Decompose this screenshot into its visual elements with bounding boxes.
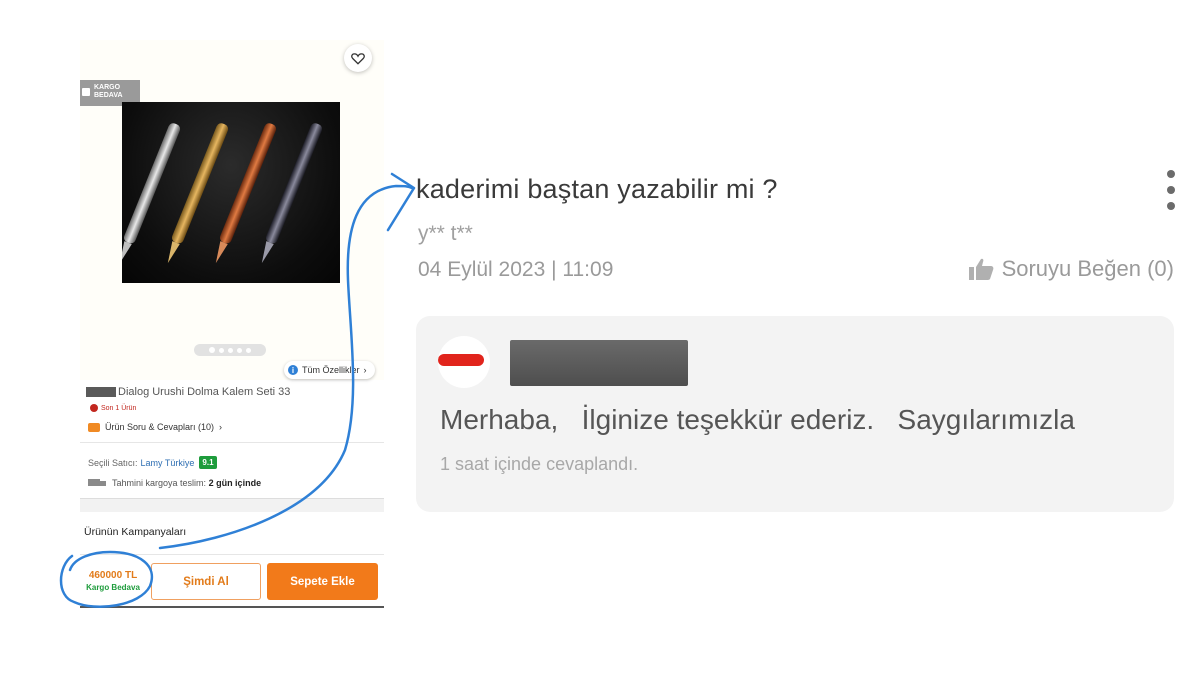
truck-icon	[88, 478, 106, 488]
gallery-pagination[interactable]	[194, 344, 266, 356]
bottom-border	[80, 606, 384, 608]
info-icon: i	[288, 365, 298, 375]
thumbs-up-icon	[968, 258, 993, 280]
gallery-dot[interactable]	[209, 347, 215, 353]
buy-now-button[interactable]: Şimdi Al	[151, 563, 261, 600]
product-image	[122, 102, 340, 283]
seller-label: Seçili Satıcı:	[88, 457, 138, 468]
seller-score-badge: 9.1	[199, 456, 217, 469]
gallery-dot[interactable]	[237, 347, 242, 353]
redacted-seller-name	[510, 340, 688, 386]
delivery-label: Tahmini kargoya teslim:	[112, 478, 207, 488]
stock-label: Son 1 Ürün	[101, 404, 137, 412]
seller-name-link[interactable]: Lamy Türkiye	[141, 458, 195, 468]
all-specs-label: Tüm Özellikler	[302, 365, 360, 375]
divider	[80, 442, 384, 443]
stock-warning: Son 1 Ürün	[90, 404, 136, 412]
divider	[80, 554, 384, 555]
like-question-label: Soruyu Beğen (0)	[1001, 256, 1174, 281]
question-text: kaderimi baştan yazabilir mi ?	[416, 174, 778, 204]
seller-info: Seçili Satıcı: Lamy Türkiye 9.1	[88, 456, 217, 469]
redaction-scribble	[438, 354, 484, 366]
product-panel: KARGO BEDAVA i Tüm Özellikler › Dialog U…	[80, 40, 384, 608]
redacted-brand	[86, 387, 116, 397]
arrow-head-icon	[386, 172, 416, 232]
clock-icon	[90, 404, 98, 412]
purchase-bar: 460000 TL Kargo Bedava Şimdi Al Sepete E…	[80, 560, 384, 606]
price-shipping-note: Kargo Bedava	[86, 583, 140, 592]
favorite-button[interactable]	[344, 44, 372, 72]
chevron-right-icon: ›	[363, 365, 367, 375]
product-title-text: Dialog Urushi Dolma Kalem Seti 33	[118, 386, 291, 398]
badge-line-1: KARGO	[94, 84, 121, 91]
add-to-cart-button[interactable]: Sepete Ekle	[267, 563, 378, 600]
asker-name: y** t**	[418, 222, 473, 245]
product-gallery[interactable]: KARGO BEDAVA i Tüm Özellikler ›	[80, 40, 384, 380]
question-date: 04 Eylül 2023 | 11:09	[418, 258, 614, 281]
all-specs-link[interactable]: i Tüm Özellikler ›	[284, 361, 375, 379]
cargo-box-icon	[82, 88, 90, 96]
gallery-dot[interactable]	[219, 347, 224, 353]
chevron-right-icon: ›	[219, 422, 223, 432]
section-divider	[80, 498, 384, 512]
seller-avatar	[438, 336, 490, 388]
product-title: Dialog Urushi Dolma Kalem Seti 33	[86, 386, 290, 398]
campaigns-title: Ürünün Kampanyaları	[84, 526, 187, 538]
badge-line-2: BEDAVA	[94, 92, 123, 99]
delivery-estimate: Tahmini kargoya teslim: 2 gün içinde	[88, 478, 261, 488]
price-block: 460000 TL Kargo Bedava	[82, 570, 144, 592]
delivery-value: 2 gün içinde	[208, 478, 262, 488]
answer-card: Merhaba, İlginize teşekkür ederiz. Saygı…	[416, 316, 1174, 512]
pens-illustration	[122, 123, 323, 264]
like-question-button[interactable]: Soruyu Beğen (0)	[968, 256, 1174, 282]
answer-text: Merhaba, İlginize teşekkür ederiz. Saygı…	[440, 404, 1075, 435]
heart-icon	[351, 52, 365, 65]
qa-link-label: Ürün Soru & Cevapları (10)	[105, 422, 215, 432]
more-vertical-icon[interactable]	[1164, 170, 1178, 210]
gallery-dot[interactable]	[246, 347, 251, 353]
chat-bubble-icon	[88, 422, 100, 432]
price-value: 460000 TL	[88, 570, 138, 581]
answer-time: 1 saat içinde cevaplandı.	[440, 454, 639, 474]
question-panel: kaderimi baştan yazabilir mi ? y** t** 0…	[416, 160, 1186, 520]
qa-link[interactable]: Ürün Soru & Cevapları (10) ›	[88, 422, 222, 432]
gallery-dot[interactable]	[228, 347, 233, 353]
